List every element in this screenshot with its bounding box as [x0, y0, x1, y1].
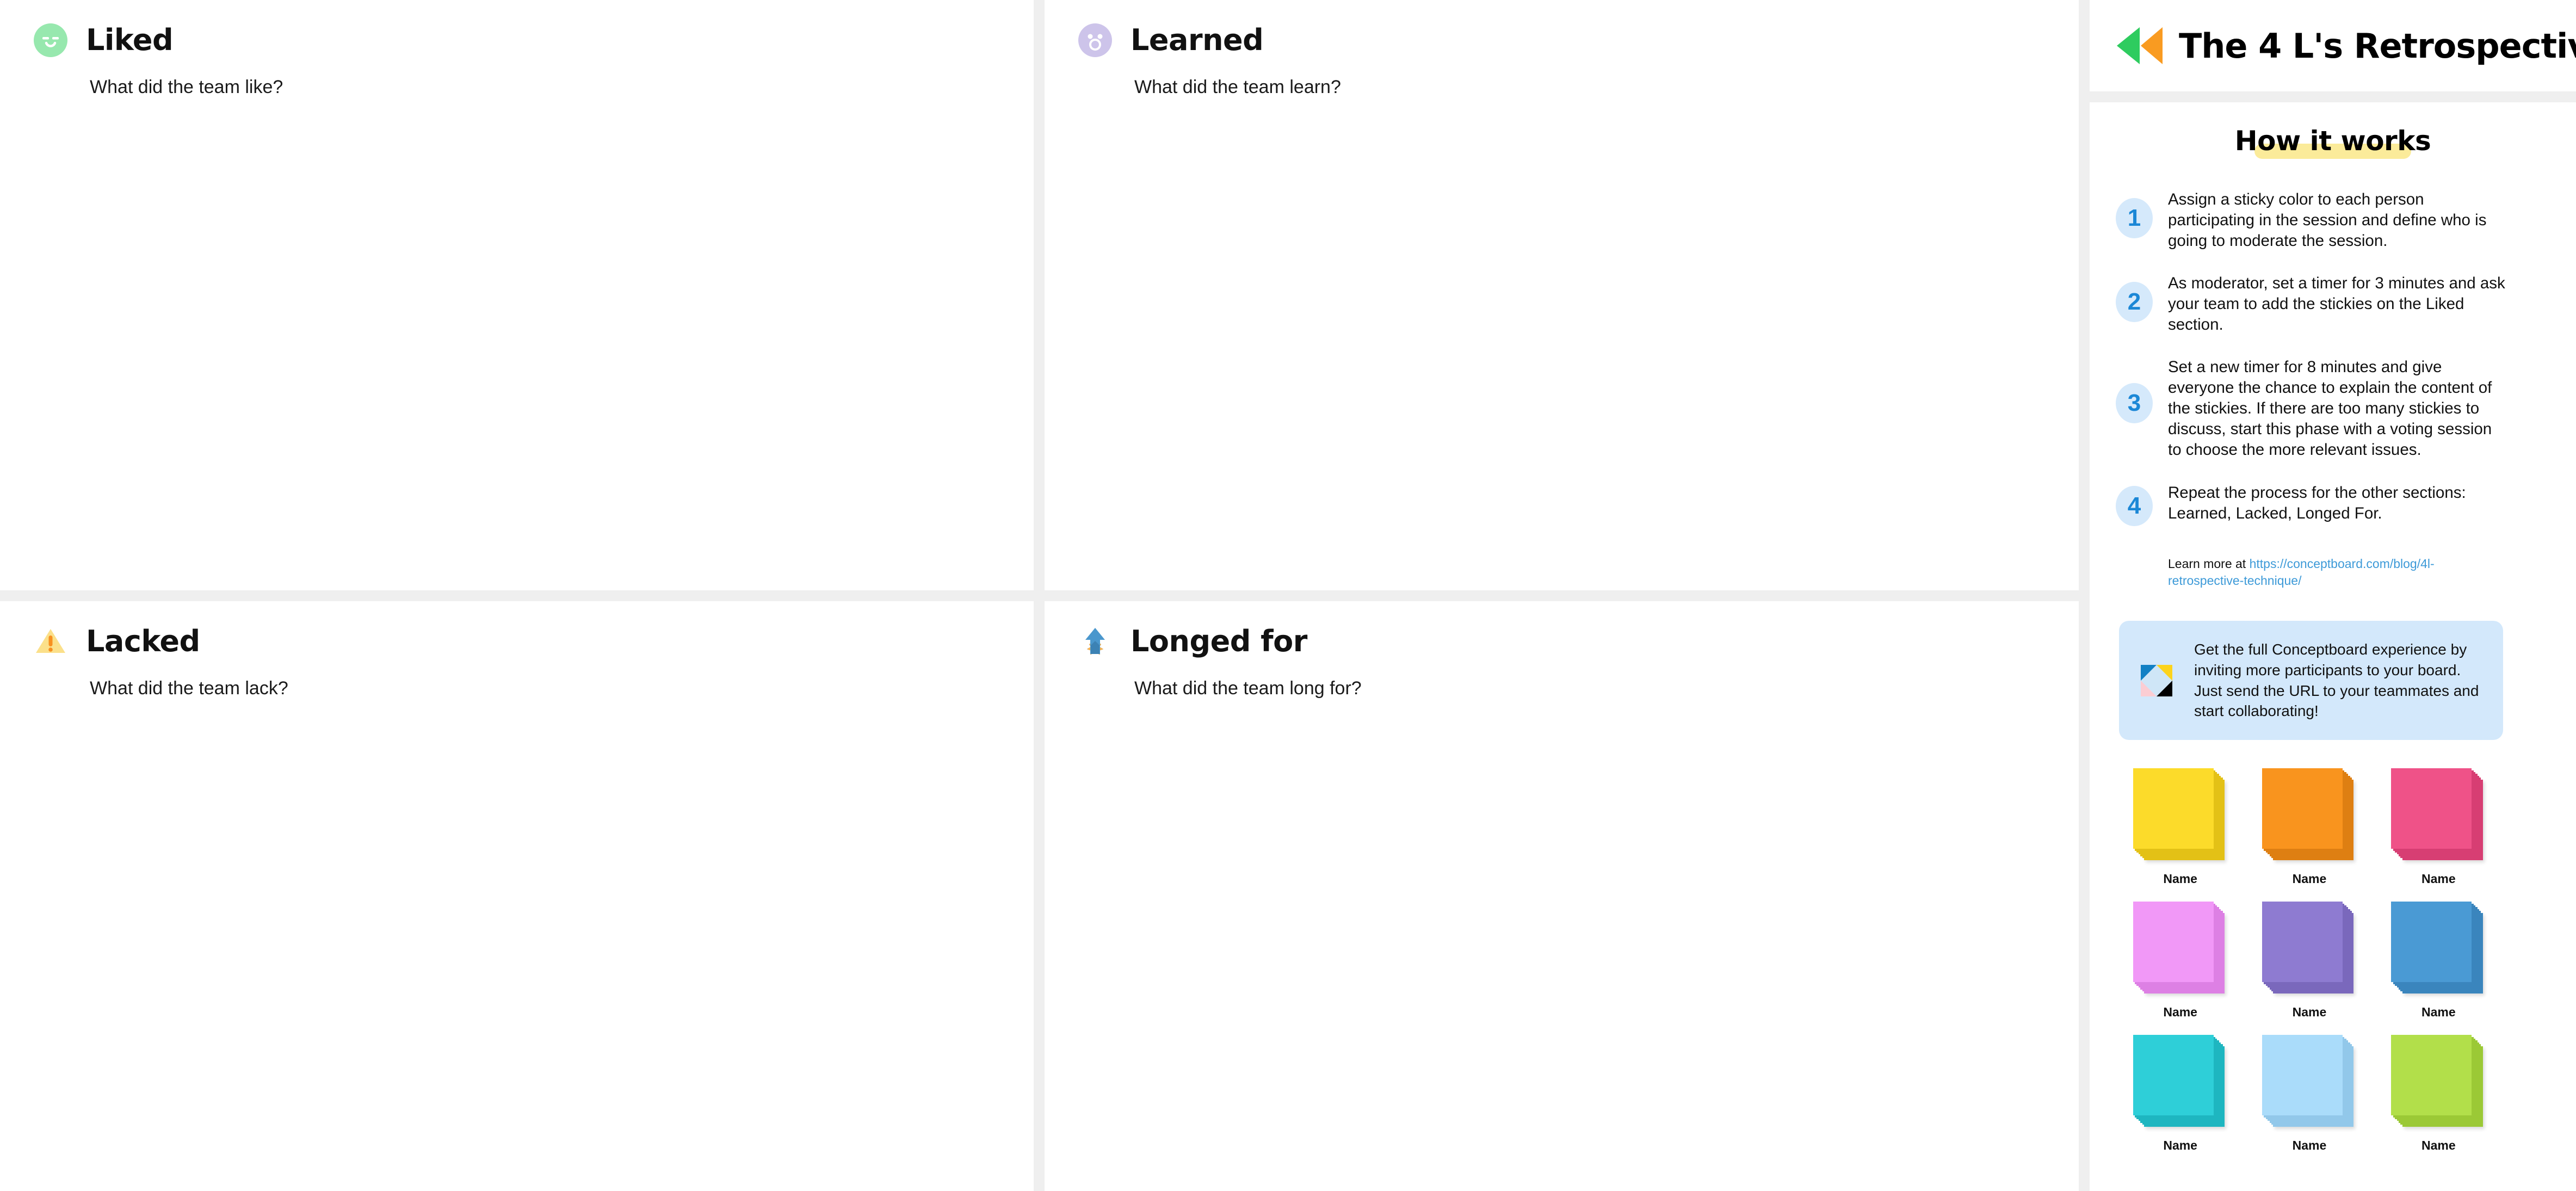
quadrant-prompt: What did the team lack? [90, 678, 288, 699]
sticky-pad-item[interactable]: Name [2377, 1035, 2500, 1153]
sticky-top-sheet [2262, 902, 2343, 983]
quadrant-prompt: What did the team like? [90, 77, 283, 97]
quadrant-header: Liked [0, 0, 1034, 57]
sticky-pad-item[interactable]: Name [2248, 1035, 2370, 1153]
quadrant-liked[interactable]: Liked What did the team like? [0, 0, 1034, 590]
step-item: 2 As moderator, set a timer for 3 minute… [2116, 270, 2550, 335]
sticky-name-label[interactable]: Name [2293, 1138, 2327, 1153]
step-number: 2 [2116, 282, 2153, 323]
steps-list: 1 Assign a sticky color to each person p… [2116, 186, 2550, 545]
sticky-pad-item[interactable]: Name [2377, 768, 2500, 886]
sticky-note-purple[interactable] [2262, 902, 2357, 996]
sticky-pad-item[interactable]: Name [2119, 1035, 2241, 1153]
sticky-pad-item[interactable]: Name [2119, 902, 2241, 1020]
sticky-name-label[interactable]: Name [2163, 872, 2197, 886]
learn-more-line: Learn more at https://conceptboard.com/b… [2168, 556, 2473, 590]
quadrant-title: Longed for [1131, 624, 1307, 658]
sticky-top-sheet [2391, 902, 2472, 983]
conceptboard-logo-icon [2139, 663, 2175, 699]
step-number: 3 [2116, 383, 2153, 424]
double-chevron-left-icon [2114, 26, 2164, 65]
sidebar-header: The 4 L's Retrospective [2090, 0, 2576, 91]
rocket-up-arrow-icon [1078, 625, 1112, 658]
quadrant-prompt: What did the team learn? [1134, 77, 1341, 97]
invite-text: Get the full Conceptboard experience by … [2194, 641, 2479, 720]
quadrant-header: Lacked [0, 601, 1034, 658]
surprised-face-icon [1078, 23, 1112, 57]
quadrant-area: Liked What did the team like? Learned Wh… [0, 0, 2079, 1191]
sticky-name-label[interactable]: Name [2421, 1138, 2456, 1153]
quadrant-prompt: What did the team long for? [1134, 678, 1362, 699]
sticky-note-blue[interactable] [2391, 902, 2486, 996]
sticky-name-label[interactable]: Name [2421, 1005, 2456, 1020]
invite-callout: Get the full Conceptboard experience by … [2119, 621, 2503, 740]
sticky-pad-item[interactable]: Name [2119, 768, 2241, 886]
quadrant-title: Learned [1131, 23, 1264, 57]
sticky-name-label[interactable]: Name [2293, 872, 2327, 886]
sticky-top-sheet [2262, 1035, 2343, 1116]
sidebar: The 4 L's Retrospective How it works 1 A… [2090, 0, 2576, 1191]
step-item: 1 Assign a sticky color to each person p… [2116, 186, 2550, 251]
quadrant-lacked[interactable]: Lacked What did the team lack? [0, 601, 1034, 1191]
step-item: 3 Set a new timer for 8 minutes and give… [2116, 354, 2550, 460]
learn-more-prefix: Learn more at [2168, 556, 2250, 571]
sticky-top-sheet [2262, 768, 2343, 849]
step-text: Assign a sticky color to each person par… [2168, 190, 2487, 250]
sticky-note-cyan[interactable] [2133, 1035, 2228, 1130]
step-number: 1 [2116, 198, 2153, 238]
warning-triangle-icon [34, 625, 67, 658]
quadrant-title: Lacked [86, 624, 200, 658]
sticky-note-green[interactable] [2391, 1035, 2486, 1130]
sticky-note-orange[interactable] [2262, 768, 2357, 863]
how-it-works-section: How it works [2116, 125, 2550, 159]
quadrant-header: Learned [1045, 0, 2079, 57]
sticky-note-pink[interactable] [2391, 768, 2486, 863]
step-text: Set a new timer for 8 minutes and give e… [2168, 358, 2492, 459]
smiley-face-icon [34, 23, 67, 57]
quadrant-longed-for[interactable]: Longed for What did the team long for? [1045, 601, 2079, 1191]
sticky-pad-item[interactable]: Name [2377, 902, 2500, 1020]
sticky-top-sheet [2391, 768, 2472, 849]
quadrant-learned[interactable]: Learned What did the team learn? [1045, 0, 2079, 590]
retrospective-board: Liked What did the team like? Learned Wh… [0, 0, 2576, 1191]
sticky-name-label[interactable]: Name [2293, 1005, 2327, 1020]
quadrant-header: Longed for [1045, 601, 2079, 658]
step-item: 4 Repeat the process for the other secti… [2116, 479, 2550, 526]
sticky-note-magenta[interactable] [2133, 902, 2228, 996]
sticky-palette: Name Name Name Name Name Name Name Name … [2119, 768, 2500, 1153]
sticky-top-sheet [2391, 1035, 2472, 1116]
how-it-works-heading: How it works [2234, 125, 2431, 157]
sticky-top-sheet [2133, 1035, 2214, 1116]
sticky-top-sheet [2133, 768, 2214, 849]
sticky-note-lightblue[interactable] [2262, 1035, 2357, 1130]
quadrant-title: Liked [86, 23, 174, 57]
sticky-name-label[interactable]: Name [2421, 872, 2456, 886]
sticky-pad-item[interactable]: Name [2248, 902, 2370, 1020]
sticky-top-sheet [2133, 902, 2214, 983]
sidebar-body: How it works 1 Assign a sticky color to … [2090, 102, 2576, 1191]
step-text: As moderator, set a timer for 3 minutes … [2168, 274, 2505, 334]
step-text: Repeat the process for the other section… [2168, 483, 2466, 522]
sticky-note-yellow[interactable] [2133, 768, 2228, 863]
sticky-name-label[interactable]: Name [2163, 1138, 2197, 1153]
sticky-name-label[interactable]: Name [2163, 1005, 2197, 1020]
sticky-pad-item[interactable]: Name [2248, 768, 2370, 886]
page-title: The 4 L's Retrospective [2179, 26, 2576, 66]
step-number: 4 [2116, 485, 2153, 526]
